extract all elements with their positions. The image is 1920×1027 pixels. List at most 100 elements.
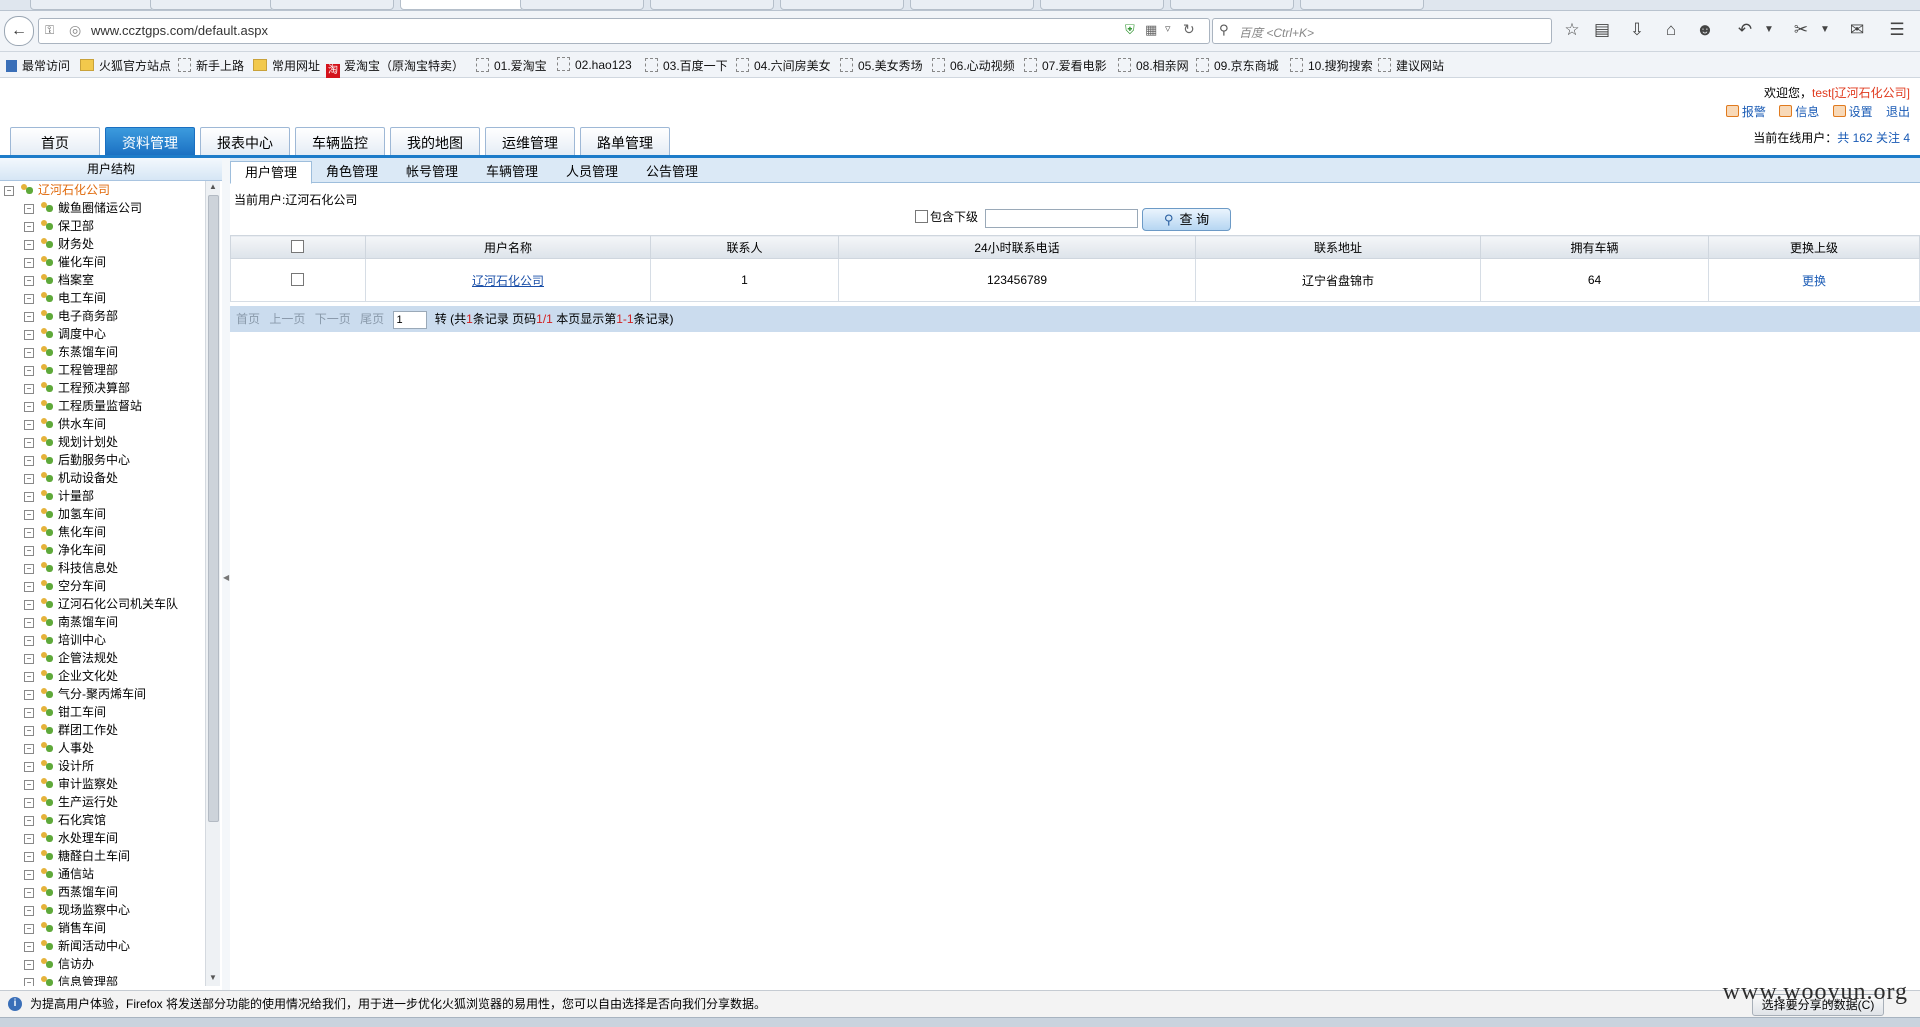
tree-node[interactable]: − 电子商务部 xyxy=(24,307,118,325)
bookmark-item[interactable]: 07.爱看电影 xyxy=(1024,57,1107,74)
search-input[interactable]: 百度 <Ctrl+K> xyxy=(1239,24,1314,41)
collapse-icon[interactable]: − xyxy=(4,186,14,196)
tree-node[interactable]: − 加氢车间 xyxy=(24,505,106,523)
scroll-down-icon[interactable]: ▼ xyxy=(209,973,217,982)
collapse-icon[interactable]: − xyxy=(24,726,34,736)
tree-node[interactable]: − 信访办 xyxy=(24,955,94,973)
tree-node[interactable]: − 糖醛白土车间 xyxy=(24,847,130,865)
collapse-icon[interactable]: − xyxy=(24,636,34,646)
tree-node[interactable]: − 工程质量监督站 xyxy=(24,397,142,415)
scroll-up-icon[interactable]: ▲ xyxy=(209,182,217,191)
bookmark-item[interactable]: 08.相亲网 xyxy=(1118,57,1189,74)
tree-node[interactable]: − 设计所 xyxy=(24,757,94,775)
collapse-icon[interactable]: − xyxy=(24,708,34,718)
tree-node[interactable]: − 供水车间 xyxy=(24,415,106,433)
settings-link[interactable]: 设置 xyxy=(1832,105,1873,119)
checkbox-box[interactable] xyxy=(915,210,928,223)
tree-node[interactable]: − 催化车间 xyxy=(24,253,106,271)
tree-node[interactable]: − 净化车间 xyxy=(24,541,106,559)
collapse-icon[interactable]: − xyxy=(24,474,34,484)
bookmark-item[interactable]: 新手上路 xyxy=(178,57,244,74)
collapse-icon[interactable]: − xyxy=(24,798,34,808)
collapse-icon[interactable]: − xyxy=(24,294,34,304)
collapse-icon[interactable]: − xyxy=(24,366,34,376)
browser-tab[interactable] xyxy=(1300,0,1424,10)
select-all-header[interactable] xyxy=(230,235,366,259)
tree-node[interactable]: − 电工车间 xyxy=(24,289,106,307)
tree-node[interactable]: − 新闻活动中心 xyxy=(24,937,130,955)
tree-node[interactable]: − 科技信息处 xyxy=(24,559,118,577)
tree-node[interactable]: − 财务处 xyxy=(24,235,94,253)
tree-node[interactable]: − 调度中心 xyxy=(24,325,106,343)
tree-node[interactable]: − 鲅鱼圈储运公司 xyxy=(24,199,142,217)
search-bar[interactable]: ⚲ 百度 <Ctrl+K> xyxy=(1212,18,1552,44)
browser-tab[interactable] xyxy=(650,0,774,10)
back-button[interactable]: ← xyxy=(4,16,34,46)
browser-tab[interactable] xyxy=(1170,0,1294,10)
alarm-link[interactable]: 报警 xyxy=(1725,105,1766,119)
url-bar[interactable]: ⚿ ◎ www.ccztgps.com/default.aspx ⛨ ▦ ▿ ↻ xyxy=(38,18,1210,44)
collapse-icon[interactable]: − xyxy=(24,456,34,466)
collapse-icon[interactable]: − xyxy=(24,924,34,934)
pager-next[interactable]: 下一页 xyxy=(315,312,351,326)
reading-list-icon[interactable]: ▤ xyxy=(1591,20,1613,40)
tree-node[interactable]: − 通信站 xyxy=(24,865,94,883)
query-input[interactable] xyxy=(985,209,1138,228)
collapse-icon[interactable]: − xyxy=(24,978,34,986)
collapse-icon[interactable]: − xyxy=(24,852,34,862)
tree-node[interactable]: − 企管法规处 xyxy=(24,649,118,667)
bookmark-item[interactable]: 05.美女秀场 xyxy=(840,57,923,74)
collapse-icon[interactable]: − xyxy=(24,438,34,448)
page-number-input[interactable]: 1 xyxy=(393,310,428,329)
tree-node[interactable]: − 人事处 xyxy=(24,739,94,757)
info-link[interactable]: 信息 xyxy=(1779,105,1819,119)
collapse-icon[interactable]: − xyxy=(24,960,34,970)
browser-tab-active[interactable] xyxy=(400,0,524,10)
browser-tab[interactable] xyxy=(270,0,394,10)
tree-node[interactable]: − 钳工车间 xyxy=(24,703,106,721)
tree-node[interactable]: − 生产运行处 xyxy=(24,793,118,811)
dropdown-icon[interactable]: ▿ xyxy=(1165,22,1171,35)
home-icon[interactable]: ⌂ xyxy=(1660,20,1682,40)
tree-node[interactable]: − 信息管理部 xyxy=(24,973,118,986)
tab-data-management[interactable]: 资料管理 xyxy=(105,127,195,156)
tab-my-map[interactable]: 我的地图 xyxy=(390,127,480,156)
qr-code-icon[interactable]: ▦ xyxy=(1145,22,1157,38)
collapse-icon[interactable]: − xyxy=(24,258,34,268)
menu-icon[interactable]: ☰ xyxy=(1886,20,1908,40)
collapse-icon[interactable]: − xyxy=(24,780,34,790)
bookmark-item[interactable]: 02.hao123 xyxy=(557,57,632,72)
shield-icon[interactable]: ⛨ xyxy=(1125,22,1135,38)
tree-node[interactable]: − 西蒸馏车间 xyxy=(24,883,118,901)
star-icon[interactable]: ☆ xyxy=(1561,20,1583,40)
bookmark-item[interactable]: 04.六间房美女 xyxy=(736,57,831,74)
tree-node[interactable]: − 气分-聚丙烯车间 xyxy=(24,685,146,703)
tree-root[interactable]: − 辽河石化公司 xyxy=(4,181,110,199)
tree-node[interactable]: − 辽河石化公司机关车队 xyxy=(24,595,178,613)
pager-prev[interactable]: 上一页 xyxy=(269,312,305,326)
tab-home[interactable]: 首页 xyxy=(10,127,100,156)
tree-node[interactable]: − 后勤服务中心 xyxy=(24,451,130,469)
bookmark-item[interactable]: 常用网址 xyxy=(253,57,320,74)
subtab-role-management[interactable]: 角色管理 xyxy=(312,161,392,182)
tree-node[interactable]: − 水处理车间 xyxy=(24,829,118,847)
bookmark-item[interactable]: 最常访问 xyxy=(6,57,70,74)
browser-tab[interactable] xyxy=(780,0,904,10)
browser-tab[interactable] xyxy=(150,0,274,10)
scroll-thumb[interactable] xyxy=(208,195,219,822)
collapse-icon[interactable]: − xyxy=(24,816,34,826)
include-sub-checkbox[interactable]: 包含下级 xyxy=(915,208,978,225)
tree-node[interactable]: − 审计监察处 xyxy=(24,775,118,793)
tree-node[interactable]: − 档案室 xyxy=(24,271,94,289)
download-icon[interactable]: ⇩ xyxy=(1626,20,1648,40)
tree-node[interactable]: − 空分车间 xyxy=(24,577,106,595)
row-checkbox[interactable] xyxy=(290,273,304,286)
tab-vehicle-monitor[interactable]: 车辆监控 xyxy=(295,127,385,156)
bookmark-item[interactable]: 建议网站 xyxy=(1378,57,1444,74)
browser-tab[interactable] xyxy=(910,0,1034,10)
collapse-icon[interactable]: − xyxy=(24,834,34,844)
browser-tab[interactable] xyxy=(30,0,154,10)
collapse-icon[interactable]: − xyxy=(24,744,34,754)
row-select-cell[interactable] xyxy=(230,258,366,302)
collapse-icon[interactable]: − xyxy=(24,870,34,880)
